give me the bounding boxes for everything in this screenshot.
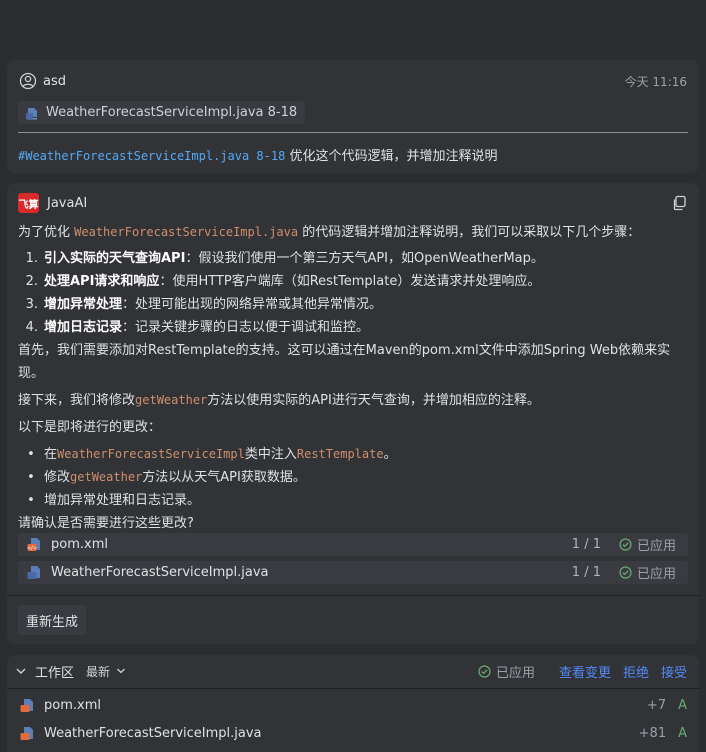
- user-message-card: asd 今天 11:16 WeatherForecastServiceImpl.…: [7, 60, 699, 173]
- version-dropdown[interactable]: 最新: [86, 663, 126, 680]
- file-name: pom.xml: [44, 697, 101, 713]
- file-name: pom.xml: [51, 537, 108, 552]
- regenerate-button[interactable]: 重新生成: [18, 605, 87, 635]
- changed-file-row-pom[interactable]: </> pom.xml 1 / 1 已应用: [18, 533, 688, 556]
- xml-file-icon: [20, 698, 33, 712]
- workspace-file-row-pom[interactable]: pom.xml +7 A: [19, 694, 687, 716]
- user-avatar-icon: [19, 72, 37, 90]
- java-file-icon: [27, 566, 40, 579]
- applied-status: 已应用: [619, 535, 676, 554]
- confirm-question: 请确认是否需要进行这些更改?: [18, 516, 194, 531]
- ai-response-header: 飞算 JavaAI: [18, 193, 687, 213]
- user-message-text: #WeatherForecastServiceImpl.java 8-18 优化…: [18, 145, 688, 164]
- file-reference-link[interactable]: #WeatherForecastServiceImpl.java 8-18: [18, 149, 285, 163]
- list-item: 4. 增加日志记录：记录关键步骤的日志以便于调试和监控。: [25, 320, 370, 335]
- change-count: 1 / 1: [571, 565, 601, 580]
- accept-link[interactable]: 接受: [661, 662, 687, 681]
- workspace-title: 工作区: [35, 665, 75, 681]
- intro-paragraph: 为了优化 WeatherForecastServiceImpl.java 的代码…: [18, 225, 641, 240]
- applied-status: 已应用: [478, 662, 535, 681]
- file-chip-label: WeatherForecastServiceImpl.java 8-18: [46, 105, 298, 120]
- file-name: WeatherForecastServiceImpl.java: [51, 565, 269, 580]
- paragraph: 以下是即将进行的更改：: [18, 420, 162, 435]
- steps-list: 1. 引入实际的天气查询API：假设我们使用一个第三方天气API，如OpenWea…: [18, 247, 691, 339]
- java-file-icon: [20, 726, 33, 740]
- workspace-actions: 已应用 查看变更 拒绝 接受: [478, 662, 687, 681]
- vcs-status: A: [678, 697, 687, 713]
- javaai-logo: 飞算: [18, 193, 39, 213]
- list-item: 1. 引入实际的天气查询API：假设我们使用一个第三方天气API，如OpenWea…: [25, 251, 544, 266]
- vcs-status: A: [678, 725, 687, 741]
- ai-response-card: 飞算 JavaAI 为了优化 WeatherForecastServiceImp…: [7, 183, 699, 644]
- divider: [7, 595, 699, 596]
- inline-code: WeatherForecastServiceImpl.java: [74, 225, 299, 239]
- file-reference-chip[interactable]: WeatherForecastServiceImpl.java 8-18: [18, 101, 306, 124]
- user-name: asd: [43, 73, 66, 89]
- workspace-panel: 工作区 最新 已应用 查看变更 拒绝 接受 pom.xml +7 A Weath…: [7, 655, 699, 752]
- divider: [18, 132, 688, 133]
- applied-status: 已应用: [619, 563, 676, 582]
- list-item: 2. 处理API请求和响应：使用HTTP客户端库（如RestTemplate）发送…: [25, 274, 541, 289]
- java-file-icon: [26, 107, 37, 119]
- change-count: 1 / 1: [571, 537, 601, 552]
- paragraph: 首先，我们需要添加对RestTemplate的支持。这可以通过在Maven的po…: [18, 343, 671, 381]
- view-changes-link[interactable]: 查看变更: [559, 662, 611, 681]
- workspace-file-row-impl[interactable]: WeatherForecastServiceImpl.java +81 A: [19, 722, 687, 744]
- copy-icon[interactable]: [671, 195, 687, 211]
- check-circle-icon: [619, 566, 632, 579]
- lines-added: +81: [638, 725, 667, 741]
- user-message-header: asd 今天 11:16: [19, 71, 687, 91]
- list-item: 3. 增加异常处理：处理可能出现的网络异常或其他异常情况。: [25, 297, 383, 312]
- file-name: WeatherForecastServiceImpl.java: [44, 725, 262, 741]
- xml-file-icon: </>: [27, 538, 40, 552]
- lines-added: +7: [646, 697, 667, 713]
- check-circle-icon: [478, 664, 491, 678]
- chevron-down-icon: [117, 668, 125, 674]
- reject-link[interactable]: 拒绝: [623, 662, 649, 681]
- list-item: • 增加异常处理和日志记录。: [27, 493, 201, 508]
- message-timestamp: 今天 11:16: [624, 74, 687, 89]
- list-item: • 修改getWeather方法以从天气API获取数据。: [27, 470, 306, 485]
- divider: [7, 688, 699, 689]
- paragraph: 接下来，我们将修改getWeather方法以使用实际的API进行天气查询，并增加…: [18, 393, 540, 408]
- inline-code: getWeather: [135, 393, 208, 407]
- user-message-body: 优化这个代码逻辑，并增加注释说明: [285, 149, 498, 164]
- chevron-down-icon[interactable]: [15, 665, 27, 677]
- svg-text:</>: </>: [27, 546, 37, 552]
- ai-response-body: 为了优化 WeatherForecastServiceImpl.java 的代码…: [18, 221, 691, 535]
- changed-file-row-impl[interactable]: WeatherForecastServiceImpl.java 1 / 1 已应…: [18, 561, 688, 584]
- changes-list: • 在WeatherForecastServiceImpl类中注入RestTemp…: [18, 443, 691, 512]
- list-item: • 在WeatherForecastServiceImpl类中注入RestTemp…: [27, 447, 397, 462]
- check-circle-icon: [619, 538, 632, 551]
- ai-name: JavaAI: [47, 195, 88, 211]
- workspace-header: 工作区 最新 已应用 查看变更 拒绝 接受: [15, 661, 687, 681]
